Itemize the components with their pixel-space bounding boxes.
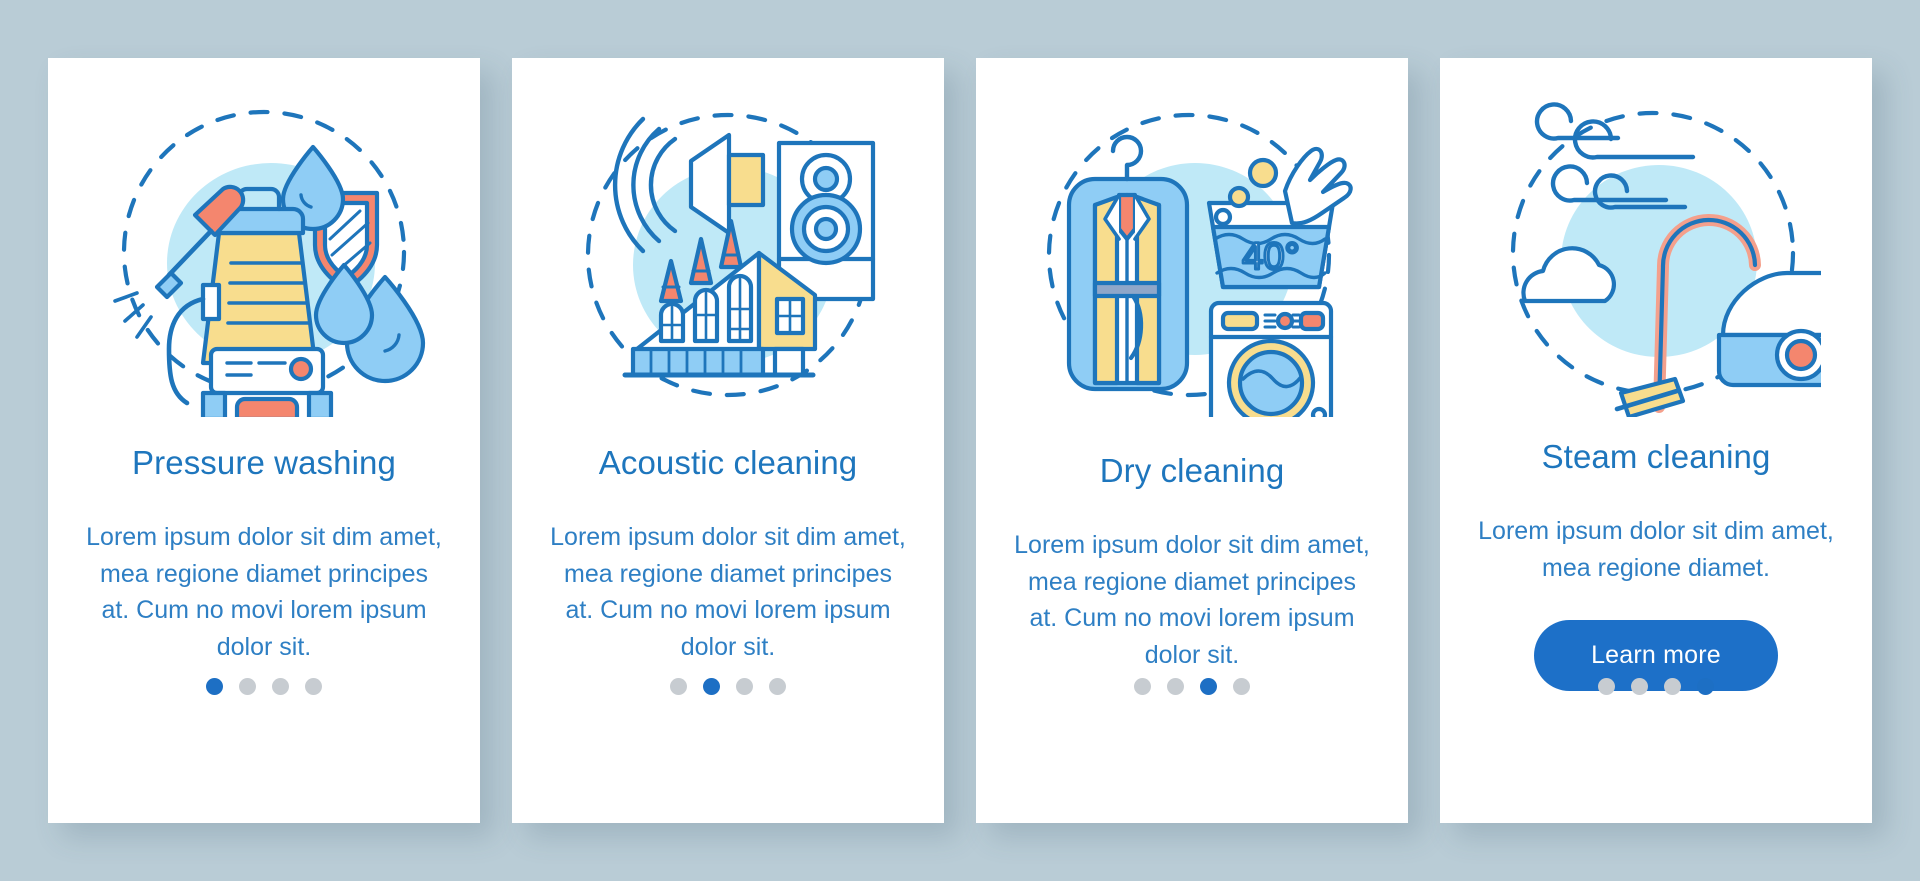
pagination-dot-1[interactable] [670,678,687,695]
vacuum-cleaner-steam-illustration [1440,72,1872,432]
card-title: Acoustic cleaning [598,444,858,481]
pagination-dot-3[interactable] [736,678,753,695]
pagination-dots [48,678,480,695]
pagination-dot-2[interactable] [1167,678,1184,695]
pagination-dot-2[interactable] [703,678,720,695]
pagination-dot-4[interactable] [1697,678,1714,695]
card-body-text: Lorem ipsum dolor sit dim amet, mea regi… [86,523,442,661]
onboarding-card-dry-cleaning: 40° Dry cleaning Lorem ipsum dolor sit d… [976,58,1408,823]
pagination-dot-2[interactable] [239,678,256,695]
card-body-text: Lorem ipsum dolor sit dim amet, mea regi… [550,523,906,661]
pagination-dots [976,678,1408,695]
onboarding-card-acoustic-cleaning: Acoustic cleaning Lorem ipsum dolor sit … [512,58,944,823]
pagination-dot-3[interactable] [272,678,289,695]
pagination-dot-1[interactable] [206,678,223,695]
pagination-dot-4[interactable] [1233,678,1250,695]
pagination-dot-3[interactable] [1200,678,1217,695]
pagination-dot-1[interactable] [1598,678,1615,695]
card-body-text: Lorem ipsum dolor sit dim amet, mea regi… [1014,531,1370,669]
pagination-dot-1[interactable] [1134,678,1151,695]
card-body-text: Lorem ipsum dolor sit dim amet, mea regi… [1478,517,1834,582]
card-title: Steam cleaning [1541,438,1771,475]
pagination-dots [512,678,944,695]
pressure-washer-illustration [48,72,480,432]
pagination-dots [1440,678,1872,695]
pagination-dot-4[interactable] [305,678,322,695]
card-title: Pressure washing [132,444,396,481]
onboarding-card-pressure-washing: Pressure washing Lorem ipsum dolor sit d… [48,58,480,823]
acoustic-speaker-building-illustration [512,72,944,432]
pagination-dot-4[interactable] [769,678,786,695]
basin-temperature-label: 40° [1242,236,1299,278]
onboarding-card-steam-cleaning: Steam cleaning Lorem ipsum dolor sit dim… [1440,58,1872,823]
pagination-dot-2[interactable] [1631,678,1648,695]
onboarding-screens-container: Pressure washing Lorem ipsum dolor sit d… [0,0,1920,881]
card-title: Dry cleaning [1099,452,1285,489]
pagination-dot-3[interactable] [1664,678,1681,695]
garment-bag-washing-machine-illustration: 40° [976,72,1408,432]
